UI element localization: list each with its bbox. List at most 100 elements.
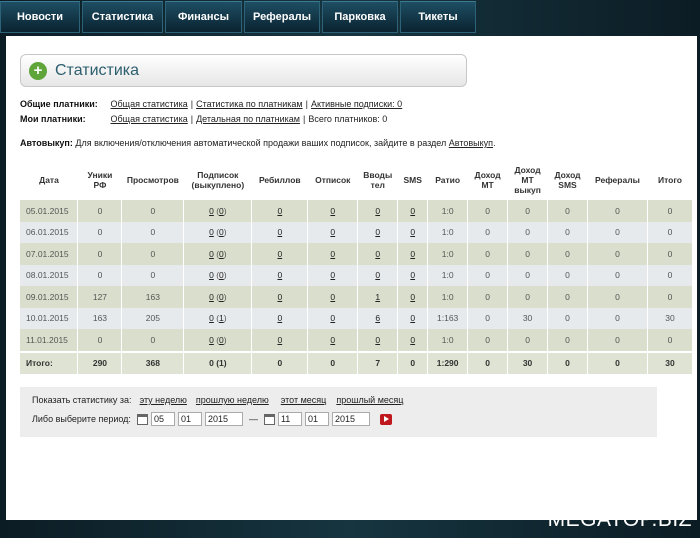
- cell-unsubscribes-link[interactable]: 0: [330, 335, 335, 345]
- from-day-input[interactable]: 05: [150, 412, 175, 426]
- main-content: + Статистика Общие платники: Общая стати…: [6, 36, 697, 520]
- from-month-input[interactable]: 01: [177, 412, 202, 426]
- cell-income-mt-buyout: 30: [522, 313, 533, 324]
- cell-sms-link[interactable]: 0: [410, 227, 415, 237]
- choose-period-label: Либо выберите период:: [32, 414, 131, 424]
- cell-income-mt-buyout: 0: [525, 205, 530, 216]
- cell-bought-link[interactable]: 0: [219, 227, 224, 237]
- cell-unsubscribes-link[interactable]: 0: [330, 270, 335, 280]
- cell-bought-link[interactable]: 0: [219, 292, 224, 302]
- table-header-row: Дата Уники РФ Просмотров Подписок (выкуплен…: [20, 160, 693, 200]
- cell-rebills-link[interactable]: 0: [277, 270, 282, 280]
- cell-sms-link[interactable]: 0: [410, 206, 415, 216]
- cell-bought-link[interactable]: 0: [219, 206, 224, 216]
- cell-sms-link[interactable]: 0: [410, 292, 415, 302]
- cell-sms-link[interactable]: 0: [410, 313, 415, 323]
- cell-rebills-link[interactable]: 0: [277, 313, 282, 323]
- cell-phone-inputs-link[interactable]: 1: [375, 292, 380, 302]
- totals-cell: 0: [565, 358, 570, 369]
- cell-rebills-link[interactable]: 0: [277, 249, 282, 259]
- link-general-stats[interactable]: Общая статистика: [111, 99, 188, 109]
- cell-unsubscribes-link[interactable]: 0: [330, 227, 335, 237]
- link-payers-stats[interactable]: Статистика по платникам: [196, 99, 303, 109]
- cell-uniques: 0: [97, 205, 103, 216]
- cell-sms-link[interactable]: 0: [410, 335, 415, 345]
- cell-subscriptions-link[interactable]: 0: [209, 313, 214, 323]
- cell-unsubscribes-link[interactable]: 0: [330, 313, 335, 323]
- cell-rebills-link[interactable]: 0: [277, 227, 282, 237]
- link-my-general-stats[interactable]: Общая статистика: [111, 114, 188, 124]
- table-row: 08.01.2015 0 0 0 (0) 0 0 0 0 1:0 0 0 0 0 0: [20, 264, 694, 286]
- cell-income-mt: 0: [485, 270, 490, 281]
- cell-income-sms: 0: [565, 291, 570, 302]
- nav-statistics[interactable]: Статистика: [82, 1, 163, 33]
- cell-income-mt-buyout: 0: [525, 227, 530, 238]
- cell-unsubscribes-link[interactable]: 0: [330, 292, 335, 302]
- cell-phone-inputs-link[interactable]: 0: [375, 206, 380, 216]
- column-header: Подписок (выкуплено): [183, 160, 252, 200]
- totals-label: Итого:: [26, 358, 53, 369]
- cell-ratio: 1:0: [441, 270, 454, 281]
- cell-unsubscribes-link[interactable]: 0: [330, 206, 335, 216]
- to-year-input[interactable]: 2015: [331, 412, 370, 426]
- totals-cell: 7: [375, 358, 381, 369]
- cell-rebills-link[interactable]: 0: [277, 292, 282, 302]
- cell-ratio: 1:0: [441, 227, 454, 238]
- cell-sms-link[interactable]: 0: [410, 249, 415, 259]
- cell-referrals: 0: [615, 270, 620, 281]
- cell-phone-inputs-link[interactable]: 0: [375, 227, 380, 237]
- cell-date: 05.01.2015: [26, 205, 69, 216]
- period-this-month[interactable]: этот месяц: [281, 395, 327, 405]
- calendar-icon[interactable]: [263, 413, 275, 425]
- cell-views: 0: [150, 334, 156, 345]
- cell-uniques: 0: [97, 270, 103, 281]
- cell-bought-link[interactable]: 1: [219, 313, 224, 323]
- cell-bought-link[interactable]: 0: [219, 249, 224, 259]
- from-year-input[interactable]: 2015: [204, 412, 243, 426]
- cell-bought-link[interactable]: 0: [219, 270, 224, 280]
- link-detailed-payers[interactable]: Детальная по платникам: [196, 114, 300, 124]
- link-active-subscriptions[interactable]: Активные подписки: 0: [311, 99, 402, 109]
- to-month-input[interactable]: 01: [304, 412, 329, 426]
- cell-phone-inputs-link[interactable]: 0: [375, 270, 380, 280]
- nav-referrals[interactable]: Рефералы: [244, 1, 320, 33]
- cell-rebills-link[interactable]: 0: [277, 335, 282, 345]
- totals-cell: 0: [485, 358, 490, 369]
- cell-bought-link[interactable]: 0: [219, 335, 224, 345]
- nav-parking[interactable]: Парковка: [322, 1, 398, 33]
- cell-total: 0: [667, 205, 673, 216]
- cell-subscriptions-link[interactable]: 0: [209, 249, 214, 259]
- table-totals-row: Итого: 290 368 0 (1) 0 0 7 0 1:290 0 30 0 0 30: [20, 350, 694, 374]
- cell-subscriptions-link[interactable]: 0: [209, 206, 214, 216]
- to-day-input[interactable]: 11: [277, 412, 302, 426]
- cell-subscriptions-link[interactable]: 0: [209, 335, 214, 345]
- cell-rebills-link[interactable]: 0: [277, 206, 282, 216]
- cell-subscriptions-link[interactable]: 0: [209, 270, 214, 280]
- cell-subscriptions-link[interactable]: 0: [209, 292, 214, 302]
- nav-tickets[interactable]: Тикеты: [400, 1, 476, 33]
- period-last-week[interactable]: прошлую неделю: [196, 395, 269, 405]
- apply-period-button[interactable]: [379, 413, 392, 425]
- column-header: SMS: [397, 160, 428, 200]
- cell-unsubscribes-link[interactable]: 0: [330, 249, 335, 259]
- autobuy-text: Для включения/отключения автоматической …: [75, 138, 447, 148]
- cell-income-mt: 0: [485, 291, 490, 302]
- common-payers-label: Общие платники:: [20, 99, 98, 109]
- nav-finance[interactable]: Финансы: [165, 1, 242, 33]
- period-this-week[interactable]: эту неделю: [140, 395, 187, 405]
- cell-sms-link[interactable]: 0: [410, 270, 415, 280]
- my-payers-label: Мои платники:: [20, 114, 86, 124]
- column-header: Вводы тел: [357, 160, 398, 200]
- cell-phone-inputs-link[interactable]: 0: [375, 335, 380, 345]
- cell-income-mt-buyout: 0: [525, 291, 530, 302]
- cell-subscriptions-link[interactable]: 0: [209, 227, 214, 237]
- show-stats-label: Показать статистику за:: [32, 395, 132, 405]
- cell-phone-inputs-link[interactable]: 0: [375, 249, 380, 259]
- totals-cell: 0: [330, 358, 336, 369]
- calendar-icon[interactable]: [136, 413, 148, 425]
- cell-phone-inputs-link[interactable]: 6: [375, 313, 380, 323]
- period-last-month[interactable]: прошлый месяц: [336, 395, 403, 405]
- link-autobuy[interactable]: Автовыкуп: [449, 138, 493, 148]
- table-row: 06.01.2015 0 0 0 (0) 0 0 0 0 1:0 0 0 0 0 0: [20, 221, 694, 243]
- nav-news[interactable]: Новости: [0, 1, 80, 33]
